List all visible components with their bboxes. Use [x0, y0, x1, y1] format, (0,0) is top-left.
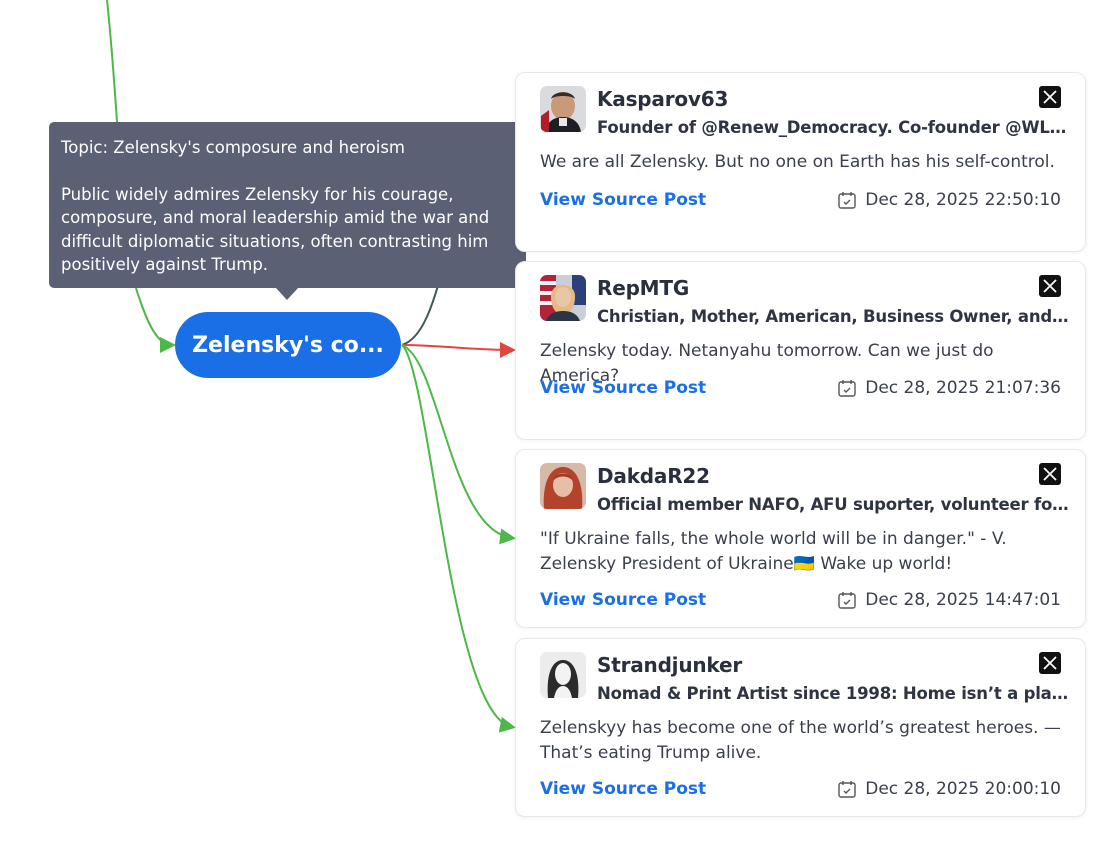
post-bio: Christian, Mother, American, Business Ow…: [597, 307, 1073, 326]
view-source-post-link[interactable]: View Source Post: [540, 190, 706, 210]
edge-to-post-3: [401, 344, 516, 545]
post-bio: Official member NAFO, AFU suporter, volu…: [597, 495, 1073, 514]
topic-tooltip: Topic: Zelensky's composure and heroism …: [49, 122, 526, 288]
calendar-icon: [838, 380, 856, 397]
post-card: Strandjunker Nomad & Print Artist since …: [515, 638, 1086, 817]
tooltip-title: Topic: Zelensky's composure and heroism: [61, 138, 406, 157]
post-bio: Founder of @Renew_Democracy. Co-founder …: [597, 118, 1073, 137]
post-bio: Nomad & Print Artist since 1998: Home is…: [597, 684, 1073, 703]
post-date: Dec 28, 2025 14:47:01: [837, 590, 1061, 610]
post-text: Zelenskyy has become one of the world’s …: [540, 718, 1061, 763]
post-date-text: Dec 28, 2025 20:00:10: [865, 779, 1061, 799]
post-text: We are all Zelensky. But no one on Earth…: [540, 152, 1055, 172]
x-logo-icon: [1039, 86, 1061, 108]
topic-node[interactable]: Zelensky's co...: [175, 312, 401, 378]
tooltip-arrow: [276, 288, 298, 300]
avatar: [540, 275, 586, 321]
topic-node-label: Zelensky's co...: [192, 332, 384, 358]
post-date-text: Dec 28, 2025 22:50:10: [865, 190, 1061, 210]
avatar: [540, 86, 586, 132]
calendar-icon: [838, 192, 856, 209]
calendar-icon: [838, 592, 856, 609]
avatar: [540, 463, 586, 509]
view-source-post-link[interactable]: View Source Post: [540, 378, 706, 398]
post-author: Kasparov63: [597, 87, 729, 111]
post-date: Dec 28, 2025 20:00:10: [837, 779, 1061, 799]
calendar-icon: [838, 781, 856, 798]
post-author: DakdaR22: [597, 464, 710, 488]
post-card: DakdaR22 Official member NAFO, AFU supor…: [515, 449, 1086, 628]
post-text: "If Ukraine falls, the whole world will …: [540, 529, 1007, 574]
post-author: RepMTG: [597, 276, 690, 300]
post-card: Kasparov63 Founder of @Renew_Democracy. …: [515, 72, 1086, 252]
x-logo-icon: [1039, 652, 1061, 674]
view-source-post-link[interactable]: View Source Post: [540, 779, 706, 799]
post-date-text: Dec 28, 2025 21:07:36: [865, 378, 1061, 398]
edge-to-post-4: [401, 344, 516, 733]
x-logo-icon: [1039, 463, 1061, 485]
post-date-text: Dec 28, 2025 14:47:01: [865, 590, 1061, 610]
x-logo-icon: [1039, 275, 1061, 297]
edge-to-post-2: [401, 341, 516, 358]
post-date: Dec 28, 2025 21:07:36: [837, 378, 1061, 398]
view-source-post-link[interactable]: View Source Post: [540, 590, 706, 610]
tooltip-body: Public widely admires Zelensky for his c…: [61, 184, 490, 275]
avatar: [540, 652, 586, 698]
post-author: Strandjunker: [597, 653, 743, 677]
post-card: RepMTG Christian, Mother, American, Busi…: [515, 261, 1086, 440]
post-date: Dec 28, 2025 22:50:10: [837, 190, 1061, 210]
